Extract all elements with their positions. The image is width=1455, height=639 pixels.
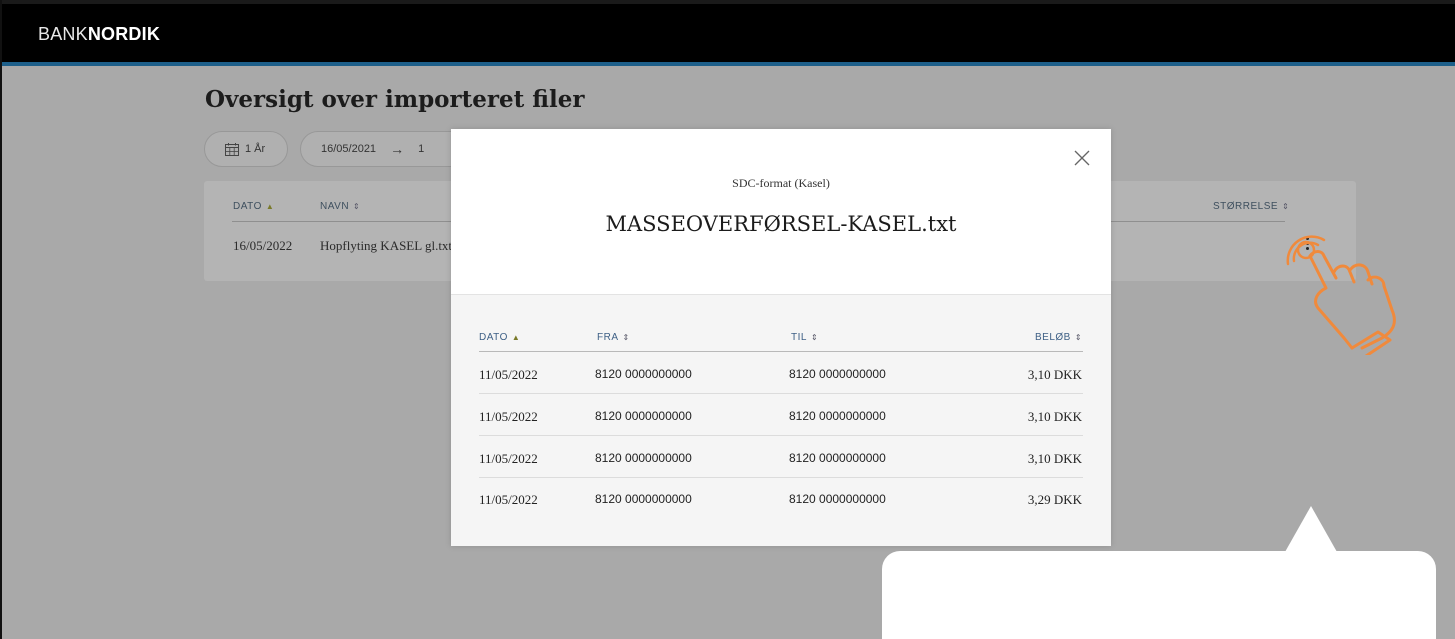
row-date: 11/05/2022	[479, 492, 538, 507]
modal-table-header-divider	[479, 351, 1083, 352]
date-range-filter[interactable]: 16/05/2021 → 1	[300, 131, 470, 167]
file-row-date: 16/05/2022	[233, 238, 293, 253]
top-navigation-bar: BANKNORDIK	[2, 0, 1455, 66]
row-from-account: 8120 0000000000	[595, 492, 692, 506]
sort-icon: ⇕	[1282, 202, 1290, 211]
arrow-right-icon: →	[390, 141, 405, 157]
row-amount: 3,10 DKK	[1027, 367, 1082, 382]
page-title: Oversigt over importeret filer	[205, 86, 585, 113]
calendar-icon	[225, 142, 239, 156]
table-header-divider	[232, 221, 452, 222]
file-details-modal: SDC-format (Kasel) MASSEOVERFØRSEL-KASEL…	[451, 129, 1111, 546]
sort-icon: ▲	[265, 202, 275, 211]
app-window: BANKNORDIK Oversigt over importeret file…	[0, 0, 1455, 639]
row-date: 11/05/2022	[479, 409, 538, 424]
sort-icon: ⇕	[622, 333, 630, 342]
modal-column-amount[interactable]: BELØB ⇕	[1035, 332, 1082, 343]
hand-pointer-icon	[1286, 235, 1396, 355]
sort-icon: ▲	[511, 333, 521, 342]
row-from-account: 8120 0000000000	[595, 367, 692, 381]
row-amount: 3,10 DKK	[1027, 409, 1082, 424]
modal-header: SDC-format (Kasel) MASSEOVERFØRSEL-KASEL…	[451, 129, 1111, 295]
row-to-account: 8120 0000000000	[789, 367, 886, 381]
column-header-size[interactable]: STØRRELSE ⇕	[1213, 201, 1289, 212]
row-divider	[479, 393, 1083, 394]
speech-bubble-tail	[1285, 506, 1337, 552]
sort-icon: ⇕	[353, 202, 361, 211]
row-to-account: 8120 0000000000	[789, 451, 886, 465]
logo-bold-text: NORDIK	[87, 24, 161, 44]
modal-title: MASSEOVERFØRSEL-KASEL.txt	[605, 212, 957, 236]
sort-icon: ⇕	[1074, 333, 1083, 342]
date-from: 16/05/2021	[321, 143, 377, 155]
sort-icon: ⇕	[810, 333, 819, 342]
row-from-account: 8120 0000000000	[595, 451, 692, 465]
row-from-account: 8120 0000000000	[595, 409, 692, 423]
file-row-name[interactable]: Hopflyting KASEL gl.txt	[320, 238, 452, 254]
speech-bubble	[882, 551, 1436, 639]
modal-column-date[interactable]: DATO ▲	[479, 332, 520, 343]
modal-column-from[interactable]: FRA ⇕	[597, 332, 630, 343]
column-header-name[interactable]: NAVN ⇕	[320, 201, 360, 212]
row-amount: 3,29 DKK	[1027, 492, 1082, 507]
accent-stripe	[2, 62, 1455, 66]
row-divider	[479, 477, 1083, 478]
row-amount: 3,10 DKK	[1027, 451, 1082, 466]
bank-logo[interactable]: BANKNORDIK	[38, 24, 160, 45]
close-icon[interactable]	[1073, 149, 1091, 167]
row-to-account: 8120 0000000000	[789, 492, 886, 506]
period-filter-button[interactable]: 1 År	[204, 131, 288, 167]
row-date: 11/05/2022	[479, 367, 538, 382]
column-header-date[interactable]: DATO ▲	[233, 201, 274, 212]
modal-subtitle: SDC-format (Kasel)	[732, 176, 830, 190]
date-to: 1	[418, 143, 425, 155]
row-divider	[479, 435, 1083, 436]
logo-light-text: BANK	[38, 24, 88, 44]
row-to-account: 8120 0000000000	[789, 409, 886, 423]
row-date: 11/05/2022	[479, 451, 538, 466]
table-header-divider	[1110, 221, 1285, 222]
modal-column-to[interactable]: TIL ⇕	[791, 332, 818, 343]
period-label: 1 År	[245, 143, 266, 155]
